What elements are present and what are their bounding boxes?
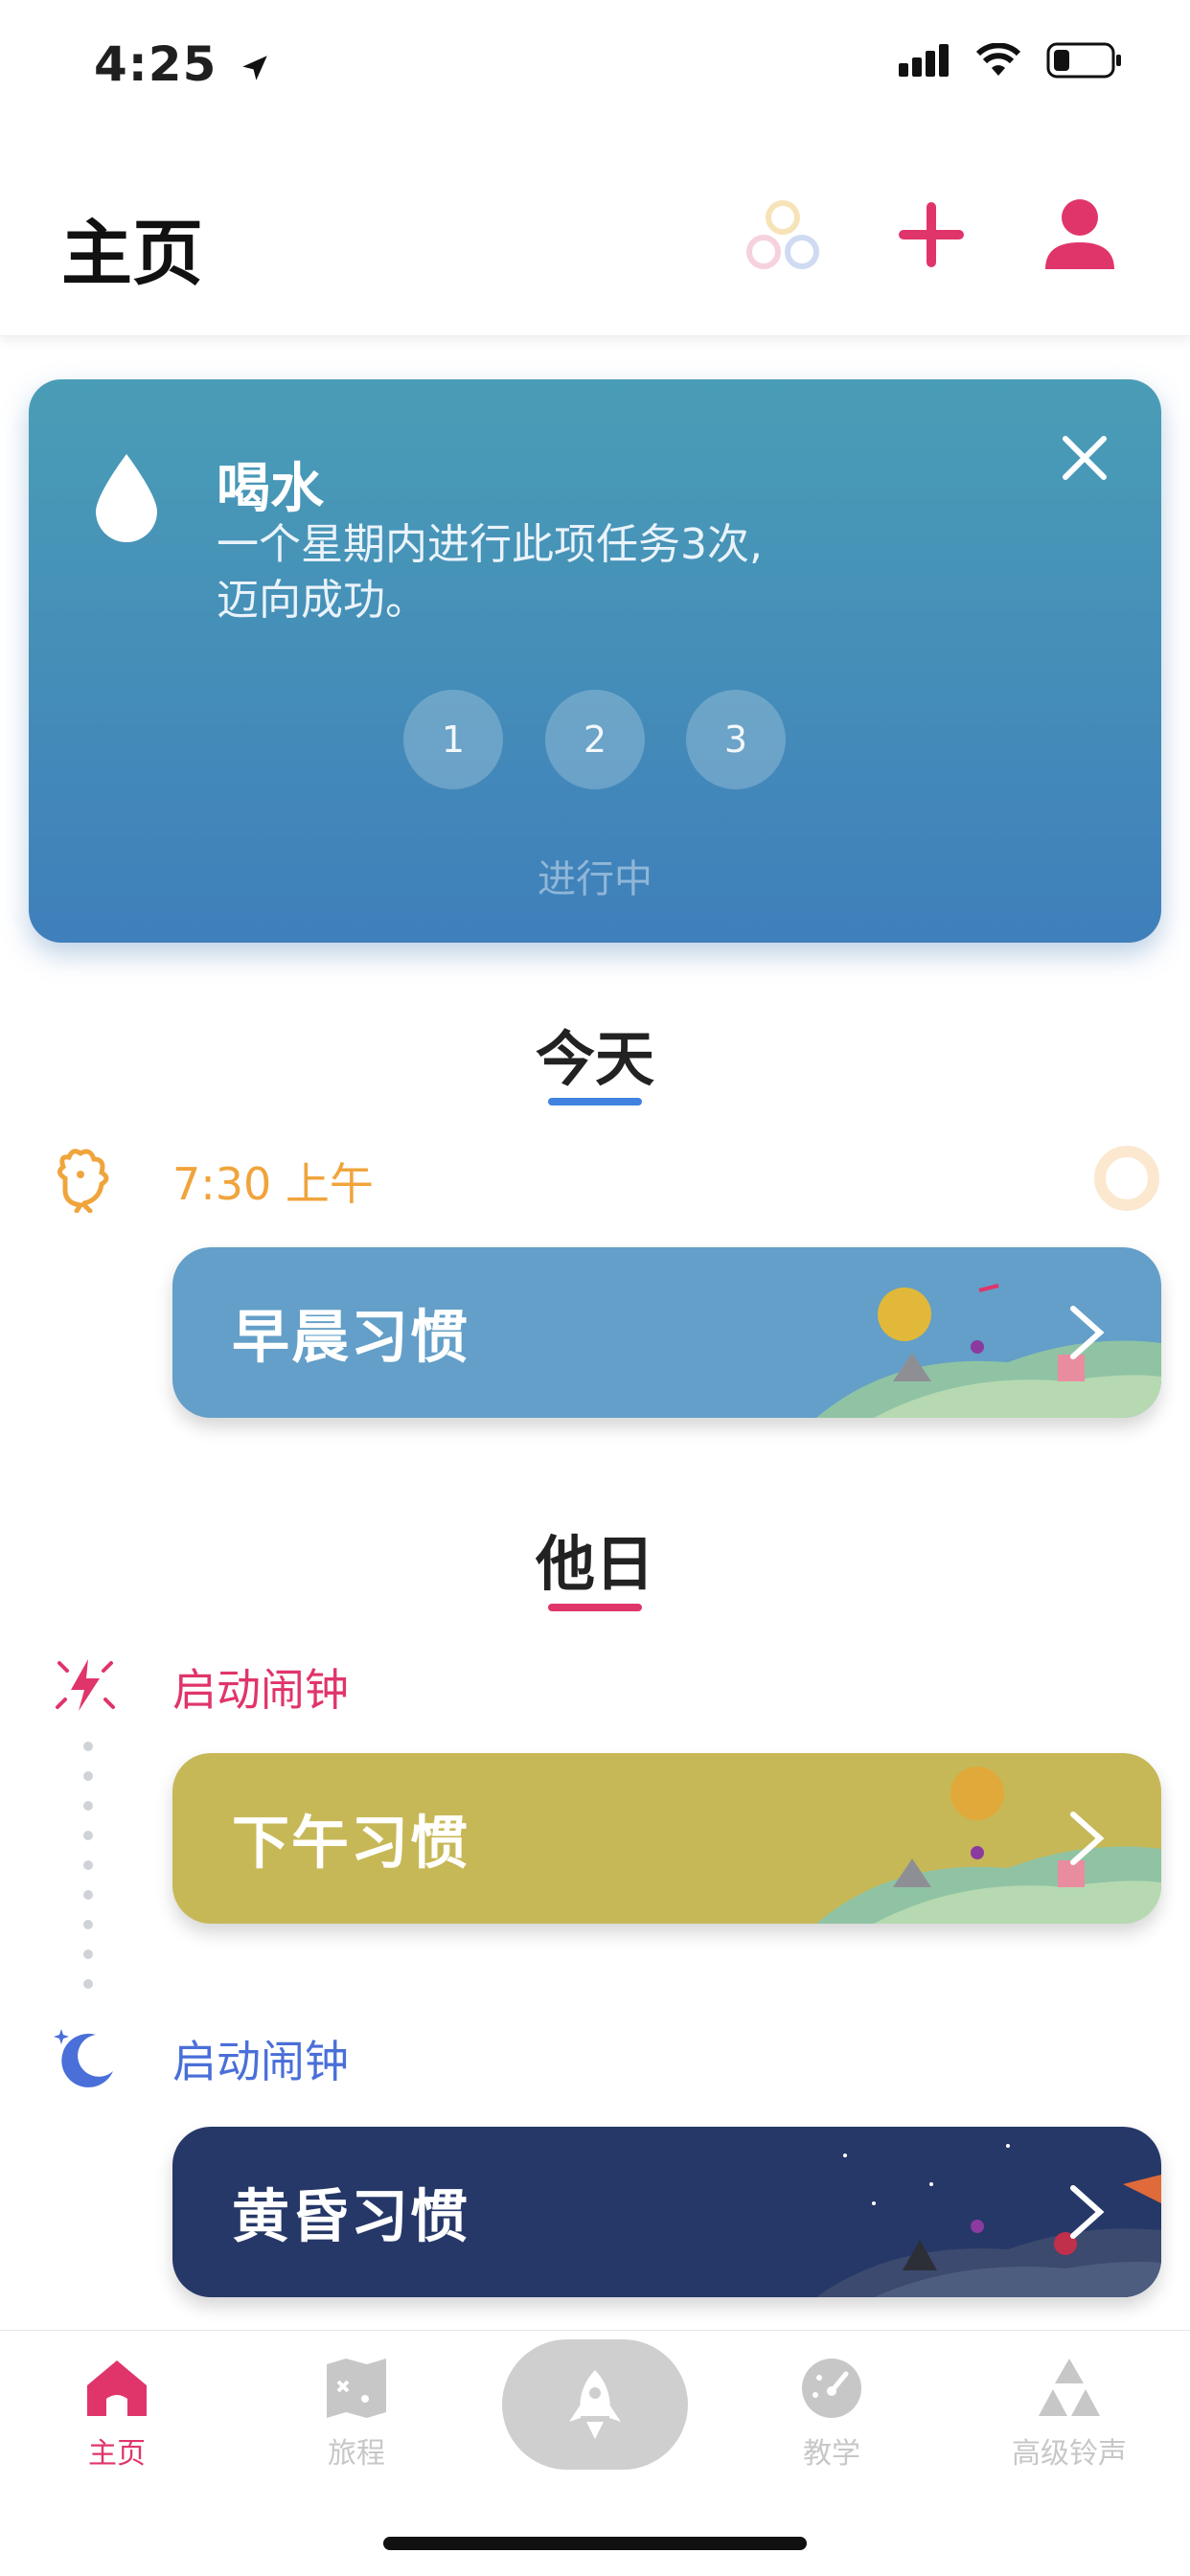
progress-step-3[interactable]: 3 (686, 690, 786, 789)
afternoon-habit-label: 下午习惯 (232, 1810, 469, 1878)
morning-habit-label: 早晨习惯 (232, 1304, 469, 1372)
moon-icon (54, 2029, 113, 2087)
chevron-right-icon (1070, 2185, 1105, 2239)
wifi-icon (975, 43, 1021, 76)
status-time: 4:25 (94, 36, 271, 92)
water-drop-icon (96, 454, 157, 542)
profile-icon[interactable] (1040, 196, 1121, 273)
map-icon (327, 2359, 386, 2418)
challenge-description: 一个星期内进行此项任务3次, 迈向成功。 (217, 520, 763, 625)
chevron-right-icon (1070, 1306, 1105, 1359)
tab-teaching-label: 教学 (803, 2437, 860, 2471)
battery-icon (1046, 42, 1121, 79)
challenge-status: 进行中 (538, 857, 652, 901)
tab-ringtones[interactable]: 高级铃声 (983, 2357, 1156, 2472)
section-today-underline (548, 1098, 642, 1106)
progress-ring-icon (1094, 1146, 1159, 1211)
location-arrow-icon (242, 55, 267, 80)
rings-icon[interactable] (740, 196, 826, 283)
triangles-icon (1039, 2359, 1100, 2416)
chevron-right-icon (1070, 1812, 1105, 1865)
progress-step-2[interactable]: 2 (545, 690, 645, 789)
tab-ringtones-label: 高级铃声 (1012, 2437, 1127, 2471)
home-icon (87, 2360, 147, 2416)
progress-step-1[interactable]: 1 (403, 690, 503, 789)
tab-home[interactable]: 主页 (31, 2357, 203, 2472)
rooster-icon (57, 1149, 109, 1213)
afternoon-habit-card[interactable]: 下午习惯 (172, 1753, 1161, 1924)
add-button[interactable] (893, 196, 970, 273)
evening-habit-card[interactable]: 黄昏习惯 (172, 2127, 1161, 2297)
section-today-title: 今天 (535, 1024, 654, 1094)
dial-icon (802, 2359, 861, 2418)
close-icon[interactable] (1060, 433, 1110, 483)
home-indicator (383, 2537, 807, 2550)
morning-time: 7:30 上午 (172, 1158, 374, 1210)
signal-icon (899, 44, 949, 77)
tab-teaching[interactable]: 教学 (745, 2357, 918, 2472)
afternoon-alarm[interactable]: 启动闹钟 (172, 1655, 349, 1719)
evening-habit-label: 黄昏习惯 (232, 2183, 469, 2251)
morning-habit-card[interactable]: 早晨习惯 (172, 1247, 1161, 1418)
evening-landscape-illustration (816, 2144, 1161, 2297)
tab-journey-label: 旅程 (328, 2437, 385, 2471)
launch-button[interactable] (502, 2339, 688, 2470)
section-other-title: 他日 (535, 1529, 654, 1599)
evening-alarm[interactable]: 启动闹钟 (172, 2027, 349, 2090)
afternoon-landscape-illustration (816, 1767, 1161, 1924)
timeline-dots (83, 1742, 93, 1989)
page-title: 主页 (61, 213, 203, 295)
status-icons (899, 42, 1123, 79)
lightning-icon (56, 1659, 115, 1711)
section-other-underline (548, 1604, 642, 1611)
challenge-title: 喝水 (217, 458, 324, 520)
tab-journey[interactable]: 旅程 (270, 2357, 443, 2472)
morning-landscape-illustration (816, 1284, 1161, 1418)
rocket-icon (569, 2370, 621, 2439)
tab-home-label: 主页 (88, 2437, 146, 2471)
